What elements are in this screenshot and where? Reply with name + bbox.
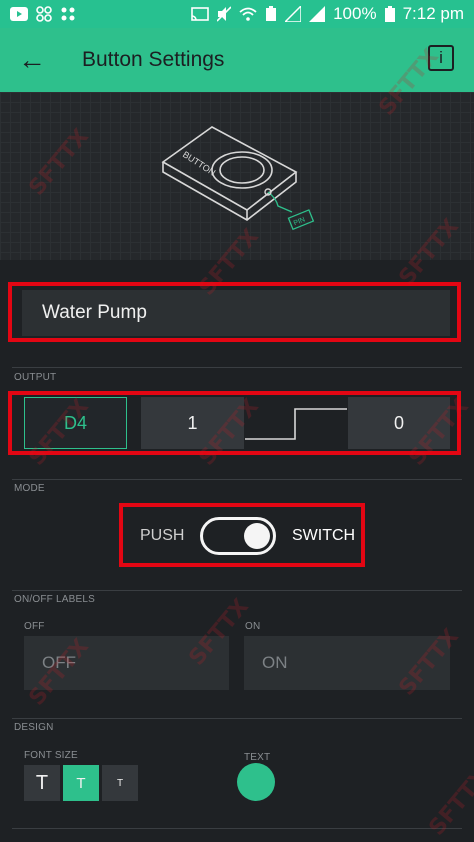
off-label-input[interactable]: OFF — [24, 636, 229, 690]
output-section-label: OUTPUT — [14, 372, 57, 383]
youtube-icon — [10, 7, 28, 21]
app-bar: ← Button Settings i — [0, 28, 474, 92]
mode-toggle-switch[interactable] — [200, 517, 276, 555]
text-color-label: TEXT — [244, 752, 271, 763]
hero-pin-label: PIN — [293, 216, 306, 227]
design-section-label: DESIGN — [14, 722, 54, 733]
toggle-knob — [244, 523, 270, 549]
divider — [12, 367, 462, 368]
on-label-caption: ON — [245, 621, 261, 632]
font-size-label: FONT SIZE — [24, 750, 78, 761]
mute-icon — [217, 6, 232, 22]
apps-icon — [61, 7, 75, 21]
cast-icon — [191, 7, 209, 21]
battery-icon — [384, 6, 395, 22]
font-size-medium-button[interactable]: T — [63, 765, 99, 801]
status-left-icons — [10, 6, 76, 22]
wifi-icon — [239, 7, 257, 21]
signal-icon — [285, 6, 302, 22]
font-size-small-button[interactable]: T — [102, 765, 138, 801]
watermark: SFTTX — [424, 764, 474, 841]
output-high-value[interactable]: 1 — [141, 397, 244, 449]
off-label-caption: OFF — [24, 621, 45, 632]
output-low-value[interactable]: 0 — [348, 397, 450, 449]
status-time: 7:12 pm — [402, 4, 464, 23]
status-right-icons: 100% 7:12 pm — [191, 4, 464, 24]
signal-icon — [309, 6, 326, 22]
widget-name-input[interactable]: Water Pump — [22, 290, 450, 336]
grid-icon — [36, 6, 52, 22]
on-label-input[interactable]: ON — [244, 636, 450, 690]
battery-saver-icon — [266, 6, 277, 21]
divider — [12, 479, 462, 480]
text-color-picker[interactable] — [237, 763, 275, 801]
divider — [12, 828, 462, 829]
mode-switch-label[interactable]: SWITCH — [292, 527, 355, 545]
widget-illustration: BUTTON PIN — [0, 92, 474, 260]
labels-section-label: ON/OFF LABELS — [14, 594, 95, 605]
battery-percent: 100% — [333, 4, 377, 23]
page-title: Button Settings — [82, 48, 225, 71]
back-arrow-icon[interactable]: ← — [0, 44, 64, 76]
mode-section-label: MODE — [14, 483, 45, 494]
info-icon[interactable]: i — [428, 45, 454, 71]
mode-push-label[interactable]: PUSH — [140, 527, 184, 545]
font-size-large-button[interactable]: T — [24, 765, 60, 801]
hero-button-label: BUTTON — [181, 149, 217, 177]
status-bar: 100% 7:12 pm — [0, 0, 474, 28]
output-waveform-icon — [245, 408, 347, 440]
button-illustration-icon: BUTTON PIN — [161, 126, 315, 231]
divider — [12, 718, 462, 719]
divider — [12, 590, 462, 591]
output-pin-selector[interactable]: D4 — [24, 397, 127, 449]
